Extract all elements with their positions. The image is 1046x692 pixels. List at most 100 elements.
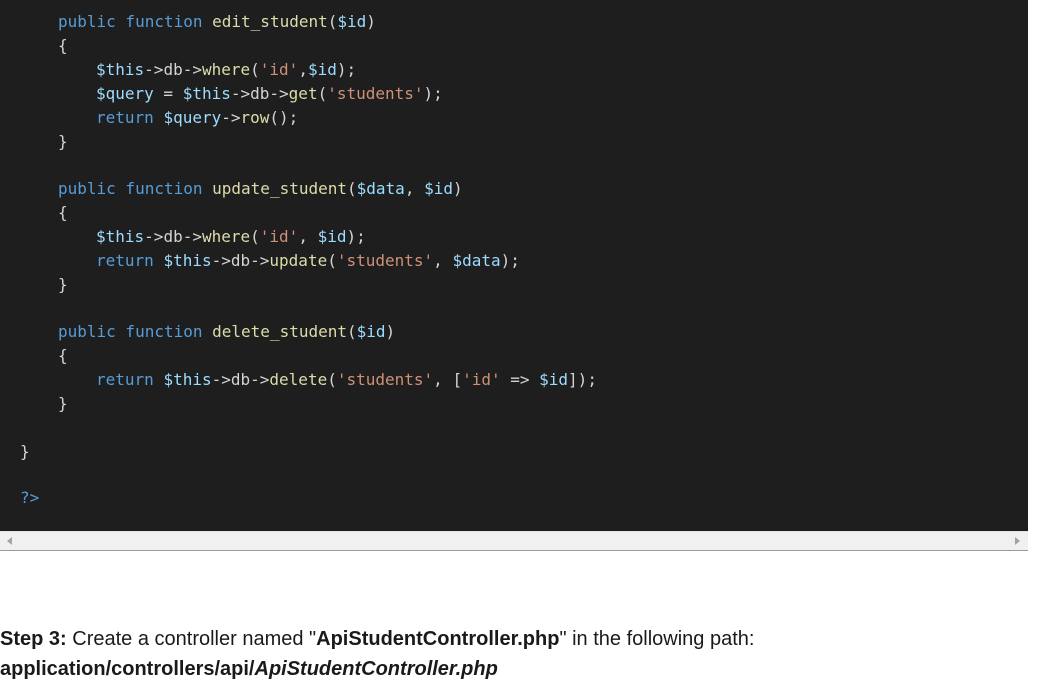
code-token: ( xyxy=(347,322,357,341)
code-token: public function xyxy=(58,12,203,31)
code-line: public function update_student($data, $i… xyxy=(58,177,463,201)
code-token: $this xyxy=(182,84,231,103)
code-token: ); xyxy=(423,84,443,103)
code-line: return $this->db->update('students', $da… xyxy=(96,249,520,273)
code-block: public function edit_student($id){$this-… xyxy=(0,0,1028,531)
code-line: public function edit_student($id) xyxy=(58,10,376,34)
code-token: ( xyxy=(327,370,337,389)
code-token: $query xyxy=(96,84,154,103)
code-token: $this xyxy=(96,60,145,79)
code-token: ); xyxy=(336,60,357,79)
code-token: (); xyxy=(269,108,299,127)
code-line: { xyxy=(58,34,68,58)
code-token: public function xyxy=(58,322,203,341)
step-text-after: " in the following path: xyxy=(559,628,755,650)
code-token: get xyxy=(288,84,318,103)
code-token: ( xyxy=(250,227,260,246)
code-token: ); xyxy=(346,227,366,246)
code-token: ->db-> xyxy=(230,84,289,103)
code-token: , xyxy=(404,179,425,198)
code-line: return $query->row(); xyxy=(96,106,298,130)
code-token: ( xyxy=(250,60,260,79)
code-token: ( xyxy=(347,179,357,198)
code-token: ) xyxy=(452,179,463,198)
code-line: $this->db->where('id',$id); xyxy=(96,58,356,82)
code-token: } xyxy=(58,394,68,413)
code-token: $this xyxy=(163,370,212,389)
code-line: { xyxy=(58,344,68,368)
code-token: $this xyxy=(96,227,145,246)
code-token: 'students' xyxy=(336,251,434,270)
code-token: $id xyxy=(539,370,569,389)
code-token: ) xyxy=(385,322,396,341)
code-token: $id xyxy=(337,12,367,31)
code-token: , xyxy=(298,60,308,79)
code-token: 'id' xyxy=(259,227,299,246)
code-token: return xyxy=(96,370,154,389)
code-line: { xyxy=(58,201,68,225)
code-token: { xyxy=(58,203,68,222)
code-token: 'students' xyxy=(336,370,434,389)
code-token: $id xyxy=(424,179,453,198)
code-token: ->db-> xyxy=(211,251,270,270)
code-token: delete_student xyxy=(212,322,347,341)
code-token: $id xyxy=(356,322,386,341)
step-line-2: application/controllers/api/ApiStudentCo… xyxy=(0,654,1040,684)
code-token: ); xyxy=(500,251,520,270)
path-prefix: application/controllers/api/ xyxy=(0,658,255,680)
code-token: { xyxy=(58,36,68,55)
code-token: } xyxy=(58,275,68,294)
code-token: 'students' xyxy=(327,84,424,103)
code-line: $query = $this->db->get('students'); xyxy=(96,82,443,106)
code-token: $id xyxy=(317,227,347,246)
code-token: , xyxy=(298,227,318,246)
code-token: $id xyxy=(307,60,337,79)
code-line: } xyxy=(58,130,68,154)
code-token: 'id' xyxy=(462,370,501,389)
code-line: public function delete_student($id) xyxy=(58,320,395,344)
code-token: $this xyxy=(163,251,212,270)
scroll-right-arrow-icon[interactable] xyxy=(1015,537,1020,545)
step-label: Step 3: xyxy=(0,628,67,650)
step-instruction: Step 3: Create a controller named "ApiSt… xyxy=(0,624,1040,684)
code-token: update_student xyxy=(212,179,347,198)
controller-filename: ApiStudentController.php xyxy=(316,628,560,650)
code-token: return xyxy=(96,251,154,270)
code-token: 'id' xyxy=(259,60,299,79)
code-token: $data xyxy=(356,179,405,198)
horizontal-scrollbar[interactable] xyxy=(0,531,1028,551)
code-line: } xyxy=(58,392,68,416)
step-text-before: Create a controller named " xyxy=(66,628,317,650)
code-token: ( xyxy=(317,84,328,103)
scroll-left-arrow-icon[interactable] xyxy=(7,537,12,545)
code-token: , xyxy=(433,251,453,270)
step-line-1: Step 3: Create a controller named "ApiSt… xyxy=(0,624,1040,654)
code-token: ) xyxy=(366,12,376,31)
code-token: row xyxy=(240,108,270,127)
code-token: ( xyxy=(327,12,338,31)
code-token: } xyxy=(58,132,68,151)
path-filename: ApiStudentController.php xyxy=(254,658,498,680)
code-token: delete xyxy=(269,370,328,389)
code-token: ->db-> xyxy=(144,227,202,246)
code-token: , [ xyxy=(433,370,463,389)
code-token: $data xyxy=(452,251,501,270)
code-token: where xyxy=(201,227,251,246)
code-line: $this->db->where('id', $id); xyxy=(96,225,366,249)
code-token: update xyxy=(269,251,328,270)
code-token: ->db-> xyxy=(144,60,202,79)
code-line: ?> xyxy=(20,486,39,510)
code-token: ->db-> xyxy=(211,370,270,389)
code-token: return xyxy=(96,108,154,127)
code-token: where xyxy=(201,60,251,79)
code-line: } xyxy=(20,440,30,464)
code-token: ]); xyxy=(568,370,597,389)
code-token: ?> xyxy=(20,488,40,507)
code-token: = xyxy=(153,84,183,103)
code-token: $query xyxy=(163,108,222,127)
